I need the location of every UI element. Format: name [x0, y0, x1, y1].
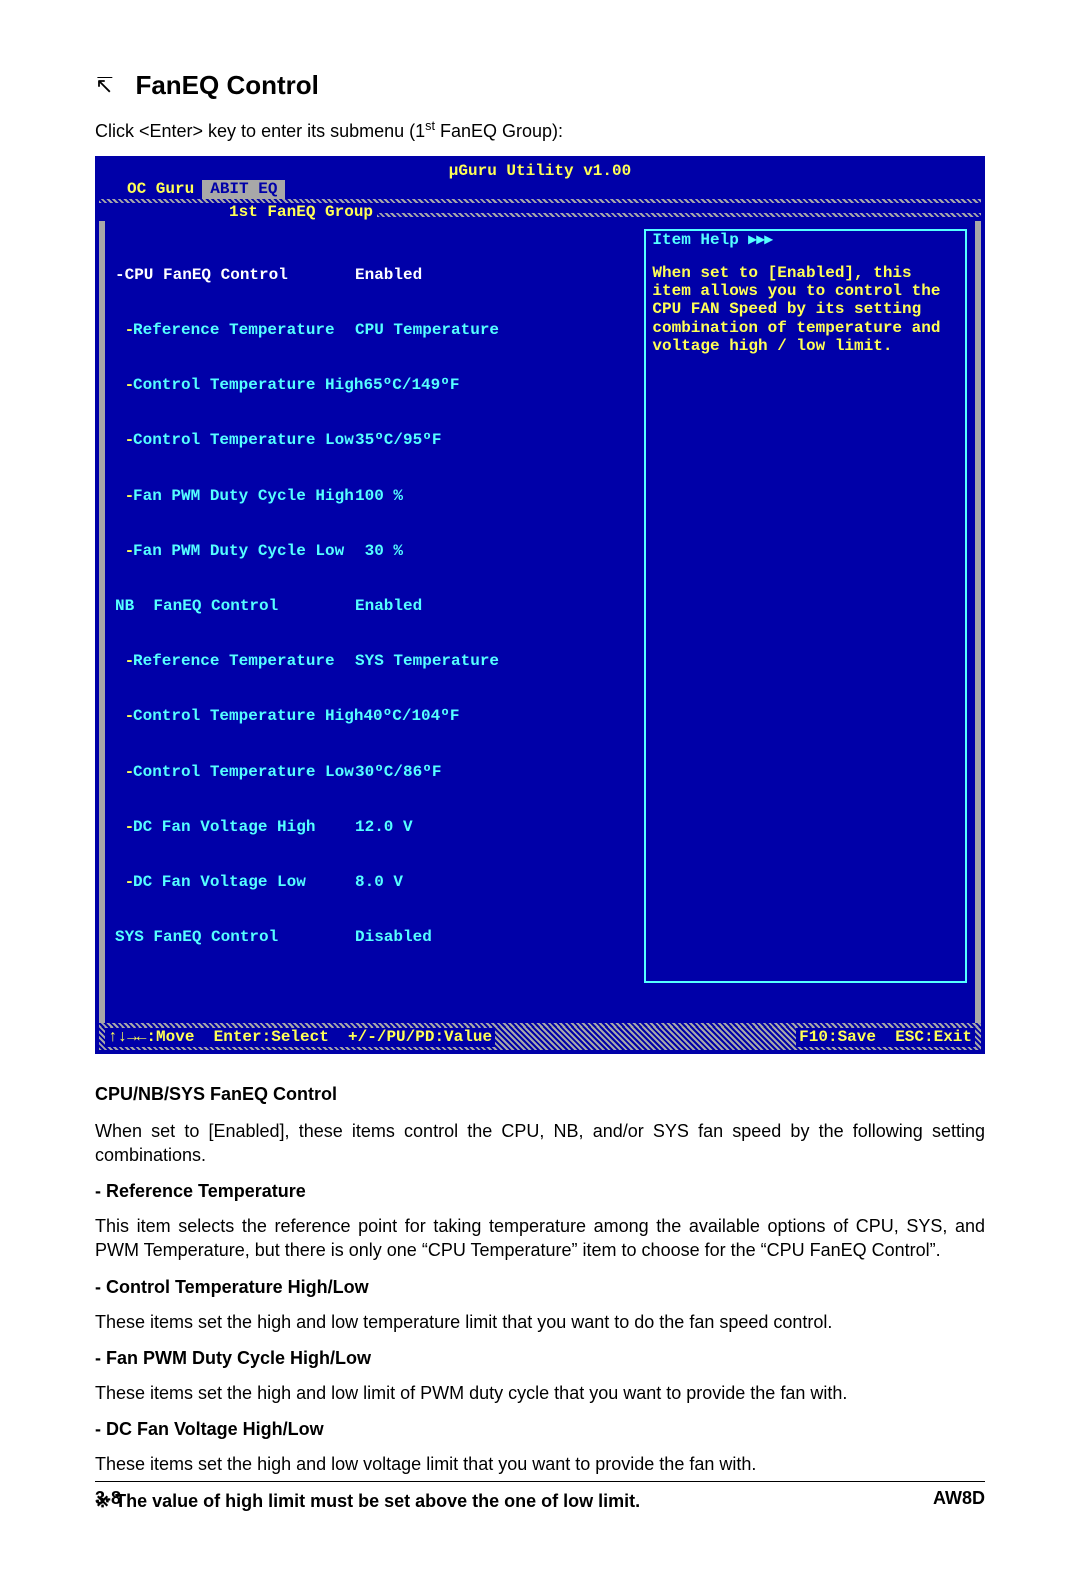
setting-value[interactable]: Enabled [355, 597, 422, 615]
bios-divider [377, 213, 981, 217]
setting-label[interactable]: - DC Fan Voltage High [115, 818, 355, 836]
bios-settings-list: -CPU FanEQ ControlEnabled - Reference Te… [105, 229, 644, 983]
intro-prefix: Click <Enter> key to enter its submenu (… [95, 121, 425, 141]
para-dc-fan-voltage: These items set the high and low voltage… [95, 1452, 985, 1476]
heading-cpu-nb-sys: CPU/NB/SYS FanEQ Control [95, 1084, 985, 1105]
setting-value[interactable]: 100 % [355, 487, 403, 505]
setting-value[interactable]: 65ºC/149ºF [363, 376, 459, 394]
setting-label[interactable]: - Fan PWM Duty Cycle High [115, 487, 355, 505]
setting-label[interactable]: - Fan PWM Duty Cycle Low [115, 542, 355, 560]
section-heading-row: ↸ FanEQ Control [95, 70, 985, 101]
page-number: 3-8 [95, 1488, 121, 1509]
setting-value[interactable]: 40ºC/104ºF [363, 707, 459, 725]
setting-label[interactable]: - Control Temperature Low [115, 763, 355, 781]
setting-value[interactable]: Enabled [355, 266, 422, 284]
setting-value[interactable]: 30 % [355, 542, 403, 560]
footer-keys-left: ↑↓→←:Move Enter:Select +/-/PU/PD:Value [105, 1028, 495, 1046]
bios-subtitle: 1st FanEQ Group [99, 203, 377, 221]
document-body: CPU/NB/SYS FanEQ Control When set to [En… [95, 1084, 985, 1512]
bios-title: μGuru Utility v1.00 [99, 160, 981, 180]
intro-text: Click <Enter> key to enter its submenu (… [95, 119, 985, 142]
model-label: AW8D [933, 1488, 985, 1509]
para-reference-temperature: This item selects the reference point fo… [95, 1214, 985, 1263]
tab-abit-eq[interactable]: ABIT EQ [202, 180, 285, 198]
help-title: Item Help ▸▸▸ [652, 231, 959, 249]
bios-body: -CPU FanEQ ControlEnabled - Reference Te… [99, 221, 981, 1023]
section-heading: FanEQ Control [135, 70, 318, 101]
intro-super: st [425, 119, 435, 133]
setting-label[interactable]: - Reference Temperature [115, 652, 355, 670]
setting-value[interactable]: 35ºC/95ºF [355, 431, 441, 449]
intro-suffix: FanEQ Group): [435, 121, 563, 141]
setting-value[interactable]: SYS Temperature [355, 652, 499, 670]
setting-label[interactable]: -CPU FanEQ Control [115, 266, 355, 284]
setting-value[interactable]: CPU Temperature [355, 321, 499, 339]
para-control-temperature: These items set the high and low tempera… [95, 1310, 985, 1334]
setting-value[interactable]: 8.0 V [355, 873, 403, 891]
setting-label[interactable]: - Control Temperature High [115, 376, 363, 394]
heading-reference-temperature: - Reference Temperature [95, 1181, 985, 1202]
setting-value[interactable]: 12.0 V [355, 818, 413, 836]
cursor-icon: ↸ [95, 73, 113, 99]
heading-fan-pwm: - Fan PWM Duty Cycle High/Low [95, 1348, 985, 1369]
setting-value[interactable]: Disabled [355, 928, 432, 946]
para-main: When set to [Enabled], these items contr… [95, 1119, 985, 1168]
bios-footer: ↑↓→←:Move Enter:Select +/-/PU/PD:Value F… [99, 1027, 981, 1049]
bios-tabs: OC Guru ABIT EQ [99, 180, 981, 198]
setting-label[interactable]: - Control Temperature Low [115, 431, 355, 449]
setting-label[interactable]: - Control Temperature High [115, 707, 363, 725]
setting-label[interactable]: - Reference Temperature [115, 321, 355, 339]
setting-value[interactable]: 30ºC/86ºF [355, 763, 441, 781]
footer-keys-right: F10:Save ESC:Exit [796, 1028, 975, 1046]
setting-label[interactable]: NB FanEQ Control [115, 597, 355, 615]
document-page: ↸ FanEQ Control Click <Enter> key to ent… [0, 0, 1080, 1574]
bios-help-panel: Item Help ▸▸▸ When set to [Enabled], thi… [644, 229, 967, 983]
heading-dc-fan-voltage: - DC Fan Voltage High/Low [95, 1419, 985, 1440]
setting-label[interactable]: SYS FanEQ Control [115, 928, 355, 946]
heading-control-temperature: - Control Temperature High/Low [95, 1277, 985, 1298]
page-footer: 3-8 AW8D [95, 1481, 985, 1509]
setting-label[interactable]: - DC Fan Voltage Low [115, 873, 355, 891]
bios-subtitle-row: 1st FanEQ Group [99, 203, 981, 221]
help-body: When set to [Enabled], this item allows … [652, 264, 959, 356]
tab-oc-guru[interactable]: OC Guru [119, 180, 202, 198]
bios-screenshot: μGuru Utility v1.00 OC Guru ABIT EQ 1st … [95, 156, 985, 1054]
para-fan-pwm: These items set the high and low limit o… [95, 1381, 985, 1405]
